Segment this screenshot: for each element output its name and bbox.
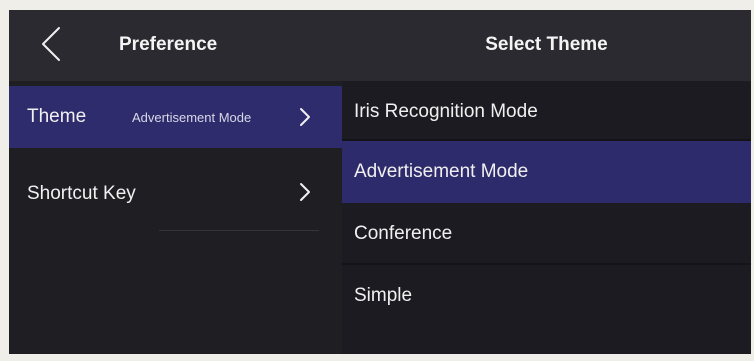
menu-item-label: Shortcut Key — [27, 183, 136, 204]
menu-item-shortcut-key[interactable]: Shortcut Key — [9, 163, 342, 225]
divider — [159, 230, 319, 231]
chevron-right-icon — [298, 181, 312, 203]
option-label: Iris Recognition Mode — [354, 101, 538, 122]
chevron-right-icon — [298, 106, 312, 128]
menu-item-label: Theme — [27, 106, 87, 127]
option-label: Conference — [354, 223, 453, 244]
theme-option-simple[interactable]: Simple — [342, 265, 751, 327]
panel-title: Select Theme — [485, 34, 608, 55]
back-button[interactable] — [35, 24, 69, 64]
option-label: Advertisement Mode — [354, 161, 529, 182]
page-title: Preference — [119, 34, 218, 55]
preference-panel: Preference Theme Advertisement Mode Shor… — [9, 10, 342, 354]
option-label: Simple — [354, 285, 413, 306]
theme-option-advertisement[interactable]: Advertisement Mode — [342, 141, 751, 203]
device-screen: Preference Theme Advertisement Mode Shor… — [9, 10, 751, 354]
menu-item-value: Advertisement Mode — [132, 110, 252, 125]
theme-option-conference[interactable]: Conference — [342, 203, 751, 265]
preference-header: Preference — [9, 10, 342, 81]
menu-item-theme[interactable]: Theme Advertisement Mode — [9, 86, 342, 148]
theme-option-iris-recognition[interactable]: Iris Recognition Mode — [342, 81, 751, 143]
chevron-left-icon — [42, 27, 60, 61]
theme-panel: Select Theme Iris Recognition Mode Adver… — [342, 10, 751, 354]
theme-header: Select Theme — [342, 10, 751, 81]
